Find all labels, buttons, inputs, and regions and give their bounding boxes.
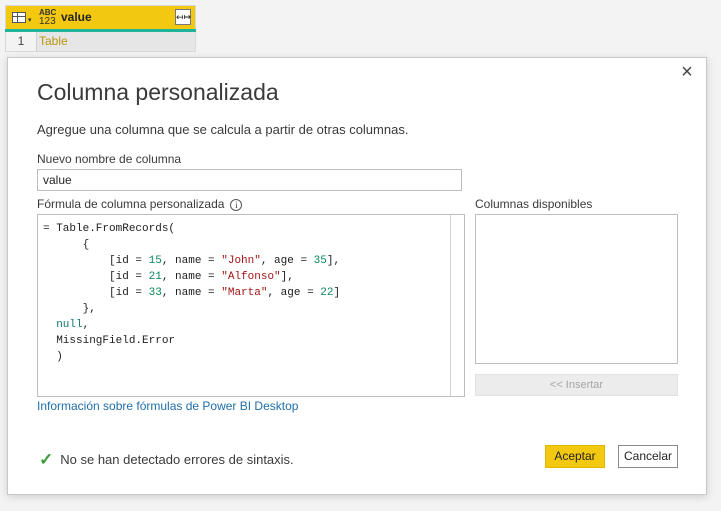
cell-value[interactable]: Table xyxy=(39,34,68,48)
any-type-icon[interactable]: ABC 123 xyxy=(39,9,56,27)
ok-button[interactable]: Aceptar xyxy=(545,445,605,468)
checkmark-icon: ✓ xyxy=(39,450,54,469)
syntax-status: ✓ No se han detectado errores de sintaxis… xyxy=(39,450,294,470)
column-name: value xyxy=(61,10,92,24)
chevron-down-icon[interactable]: ▾ xyxy=(28,16,32,24)
help-link[interactable]: Información sobre fórmulas de Power BI D… xyxy=(37,399,298,413)
formula-label-row: Fórmula de columna personalizada i xyxy=(37,197,243,211)
row-number: 1 xyxy=(6,32,37,51)
formula-text[interactable]: = Table.FromRecords( { [id = 15, name = … xyxy=(43,221,340,365)
table-icon[interactable] xyxy=(12,12,26,23)
formula-label: Fórmula de columna personalizada xyxy=(37,197,225,211)
status-text: No se han detectado errores de sintaxis. xyxy=(60,452,294,467)
available-columns-list[interactable] xyxy=(475,214,678,364)
formula-editor[interactable]: = Table.FromRecords( { [id = 15, name = … xyxy=(37,214,465,397)
dialog-subtitle: Agregue una columna que se calcula a par… xyxy=(37,122,409,137)
column-name-input[interactable] xyxy=(37,169,462,191)
info-icon[interactable]: i xyxy=(230,199,243,211)
table-row[interactable]: 1 Table xyxy=(5,32,196,52)
insert-button[interactable]: << Insertar xyxy=(475,374,678,396)
column-header[interactable]: ▾ ABC 123 value ↤↦ xyxy=(5,5,196,30)
dialog-title: Columna personalizada xyxy=(37,79,279,105)
custom-column-dialog: × Columna personalizada Agregue una colu… xyxy=(7,57,707,495)
cancel-button[interactable]: Cancelar xyxy=(618,445,678,468)
editor-scrollbar[interactable] xyxy=(450,215,464,396)
expand-columns-icon[interactable]: ↤↦ xyxy=(175,9,191,25)
column-name-label: Nuevo nombre de columna xyxy=(37,152,182,166)
close-icon[interactable]: × xyxy=(678,62,696,82)
available-columns-label: Columnas disponibles xyxy=(475,197,593,211)
